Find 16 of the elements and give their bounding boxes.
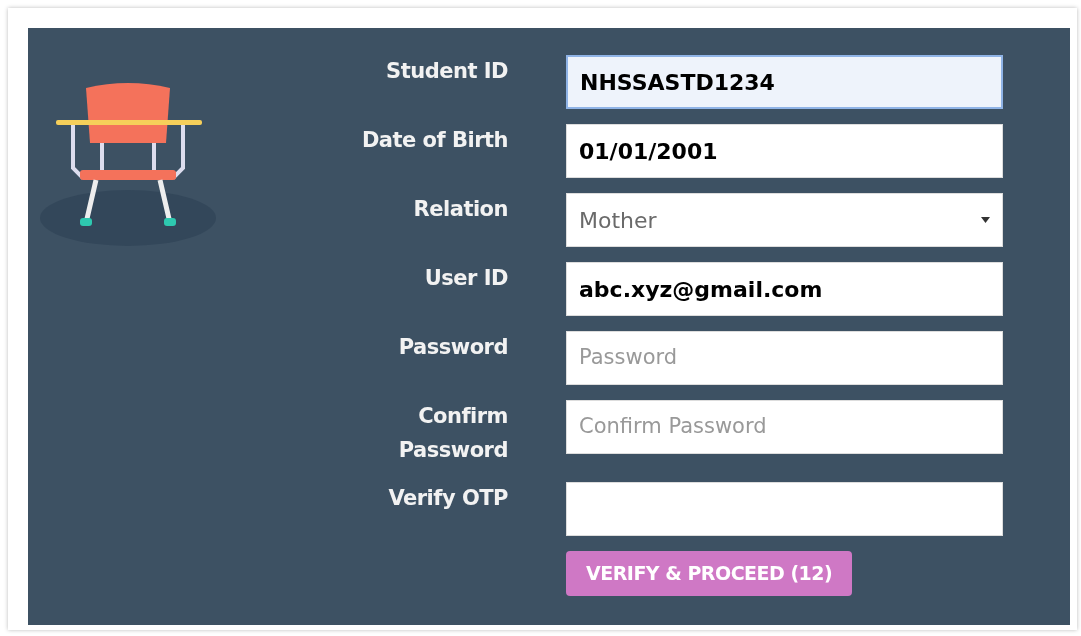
password-field[interactable]: Confirm Password [566,400,1003,454]
input-field[interactable]: abc.xyz@gmail.com [566,262,1003,316]
password-field[interactable]: Password [566,331,1003,385]
select-field[interactable]: Mother [566,193,1003,247]
field-label: Relation [413,196,508,223]
input-field[interactable]: 01/01/2001 [566,124,1003,178]
field-label: Date of Birth [361,127,508,154]
verify-button[interactable]: VERIFY & PROCEED (12) [566,551,853,596]
field-label: Confirm Password [397,403,508,464]
caret-icon [981,217,990,223]
input-field[interactable]: NHSSASTD1234 [566,55,1003,109]
field-label: User ID [424,265,508,292]
input-field[interactable] [566,482,1003,537]
field-label: Student ID [386,58,508,85]
field-label: Verify OTP [388,485,508,513]
field-label: Password [398,334,508,361]
